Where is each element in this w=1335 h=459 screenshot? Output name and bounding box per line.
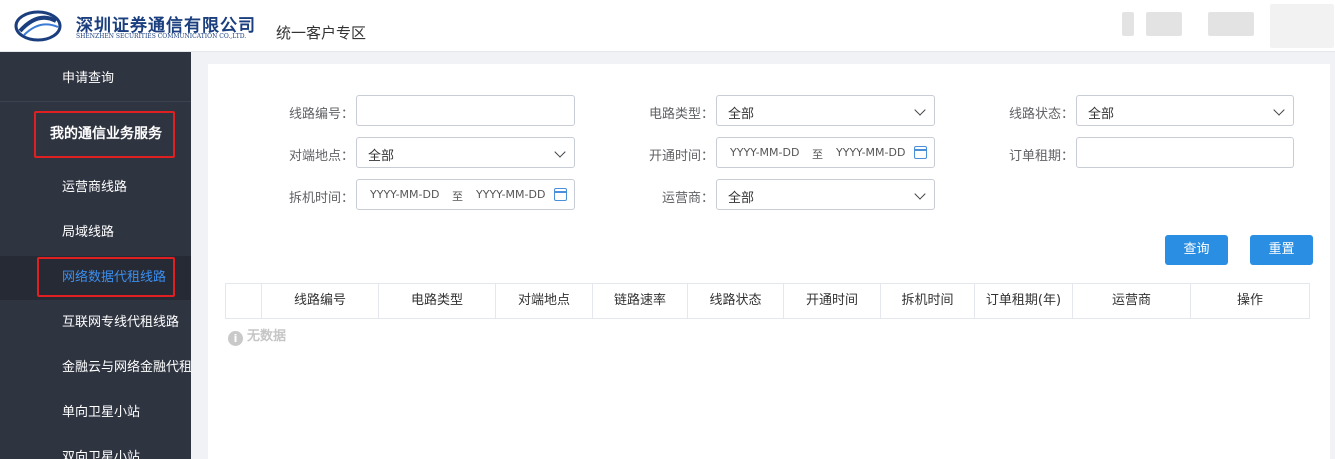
table-header: 线路编号 电路类型 对端地点 链路速率 线路状态 开通时间 拆机时间 订单租期(… (225, 283, 1310, 319)
peer-location-select[interactable]: 全部 (356, 137, 575, 168)
page-title: 统一客户专区 (276, 24, 367, 42)
open-time-end[interactable]: YYYY-MM-DD (836, 146, 905, 159)
empty-state: i 无数据 (228, 325, 286, 346)
highlight-box-active-item (37, 257, 175, 297)
logout-blurred[interactable] (1270, 4, 1334, 48)
company-logo-icon (14, 10, 62, 42)
open-time-start[interactable]: YYYY-MM-DD (730, 146, 799, 159)
col-open-time[interactable]: 开通时间 (784, 284, 881, 318)
col-peer-location[interactable]: 对端地点 (496, 284, 593, 318)
label-line-no: 线路编号： (288, 107, 354, 122)
sidebar-item-operator-line[interactable]: 运营商线路 (0, 166, 191, 210)
user-info-blurred[interactable] (1122, 12, 1134, 36)
sidebar-item-finance-cloud[interactable]: 金融云与网络金融代租 (0, 346, 191, 390)
chevron-down-icon (914, 104, 926, 116)
highlight-box-group (34, 111, 175, 158)
label-peer-location: 对端地点： (288, 149, 354, 164)
col-rent-period[interactable]: 订单租期(年) (975, 284, 1073, 318)
sidebar-item-oneway-satellite[interactable]: 单向卫星小站 (0, 391, 191, 435)
calendar-icon[interactable] (554, 188, 567, 201)
col-operator[interactable]: 运营商 (1073, 284, 1191, 318)
calendar-icon[interactable] (914, 146, 927, 159)
col-checkbox[interactable] (226, 284, 262, 318)
col-actions[interactable]: 操作 (1191, 284, 1309, 318)
remove-time-sep: 至 (452, 190, 463, 203)
col-remove-time[interactable]: 拆机时间 (881, 284, 975, 318)
empty-text: 无数据 (247, 329, 287, 344)
chevron-down-icon (1273, 104, 1285, 116)
user-role-blurred[interactable] (1208, 12, 1254, 36)
line-status-select[interactable]: 全部 (1076, 95, 1294, 126)
operator-select[interactable]: 全部 (716, 179, 935, 210)
col-line-status[interactable]: 线路状态 (688, 284, 784, 318)
label-open-time: 开通时间： (648, 149, 714, 164)
query-button[interactable]: 查询 (1165, 235, 1228, 265)
chevron-down-icon (554, 146, 566, 158)
label-rent-period: 订单租期： (1008, 149, 1074, 164)
line-no-input[interactable] (356, 95, 575, 126)
top-header: 深圳证券通信有限公司 SHENZHEN SECURITIES COMMUNICA… (0, 0, 1335, 52)
remove-time-end[interactable]: YYYY-MM-DD (476, 188, 545, 201)
remove-time-start[interactable]: YYYY-MM-DD (370, 188, 439, 201)
label-operator: 运营商： (661, 191, 714, 206)
col-circuit-type[interactable]: 电路类型 (379, 284, 496, 318)
col-line-no[interactable]: 线路编号 (262, 284, 379, 318)
remove-time-range[interactable]: YYYY-MM-DD 至 YYYY-MM-DD (356, 179, 575, 210)
company-name-en: SHENZHEN SECURITIES COMMUNICATION CO.,LT… (76, 33, 247, 40)
open-time-sep: 至 (812, 148, 823, 161)
chevron-down-icon (914, 188, 926, 200)
label-circuit-type: 电路类型： (648, 107, 714, 122)
label-line-status: 线路状态： (1008, 107, 1074, 122)
sidebar-divider (0, 101, 191, 102)
rent-period-input[interactable] (1076, 137, 1294, 168)
label-remove-time: 拆机时间： (288, 191, 354, 206)
reset-button[interactable]: 重置 (1250, 235, 1313, 265)
open-time-range[interactable]: YYYY-MM-DD 至 YYYY-MM-DD (716, 137, 935, 168)
sidebar-item-twoway-satellite[interactable]: 双向卫星小站 (0, 436, 191, 459)
sidebar-item-lan-line[interactable]: 局域线路 (0, 211, 191, 255)
user-name-blurred[interactable] (1146, 12, 1182, 36)
info-icon: i (228, 331, 243, 346)
sidebar-item-internet-lease[interactable]: 互联网专线代租线路 (0, 301, 191, 345)
sidebar-item-apply-query[interactable]: 申请查询 (0, 57, 191, 101)
circuit-type-select[interactable]: 全部 (716, 95, 935, 126)
col-link-rate[interactable]: 链路速率 (593, 284, 688, 318)
